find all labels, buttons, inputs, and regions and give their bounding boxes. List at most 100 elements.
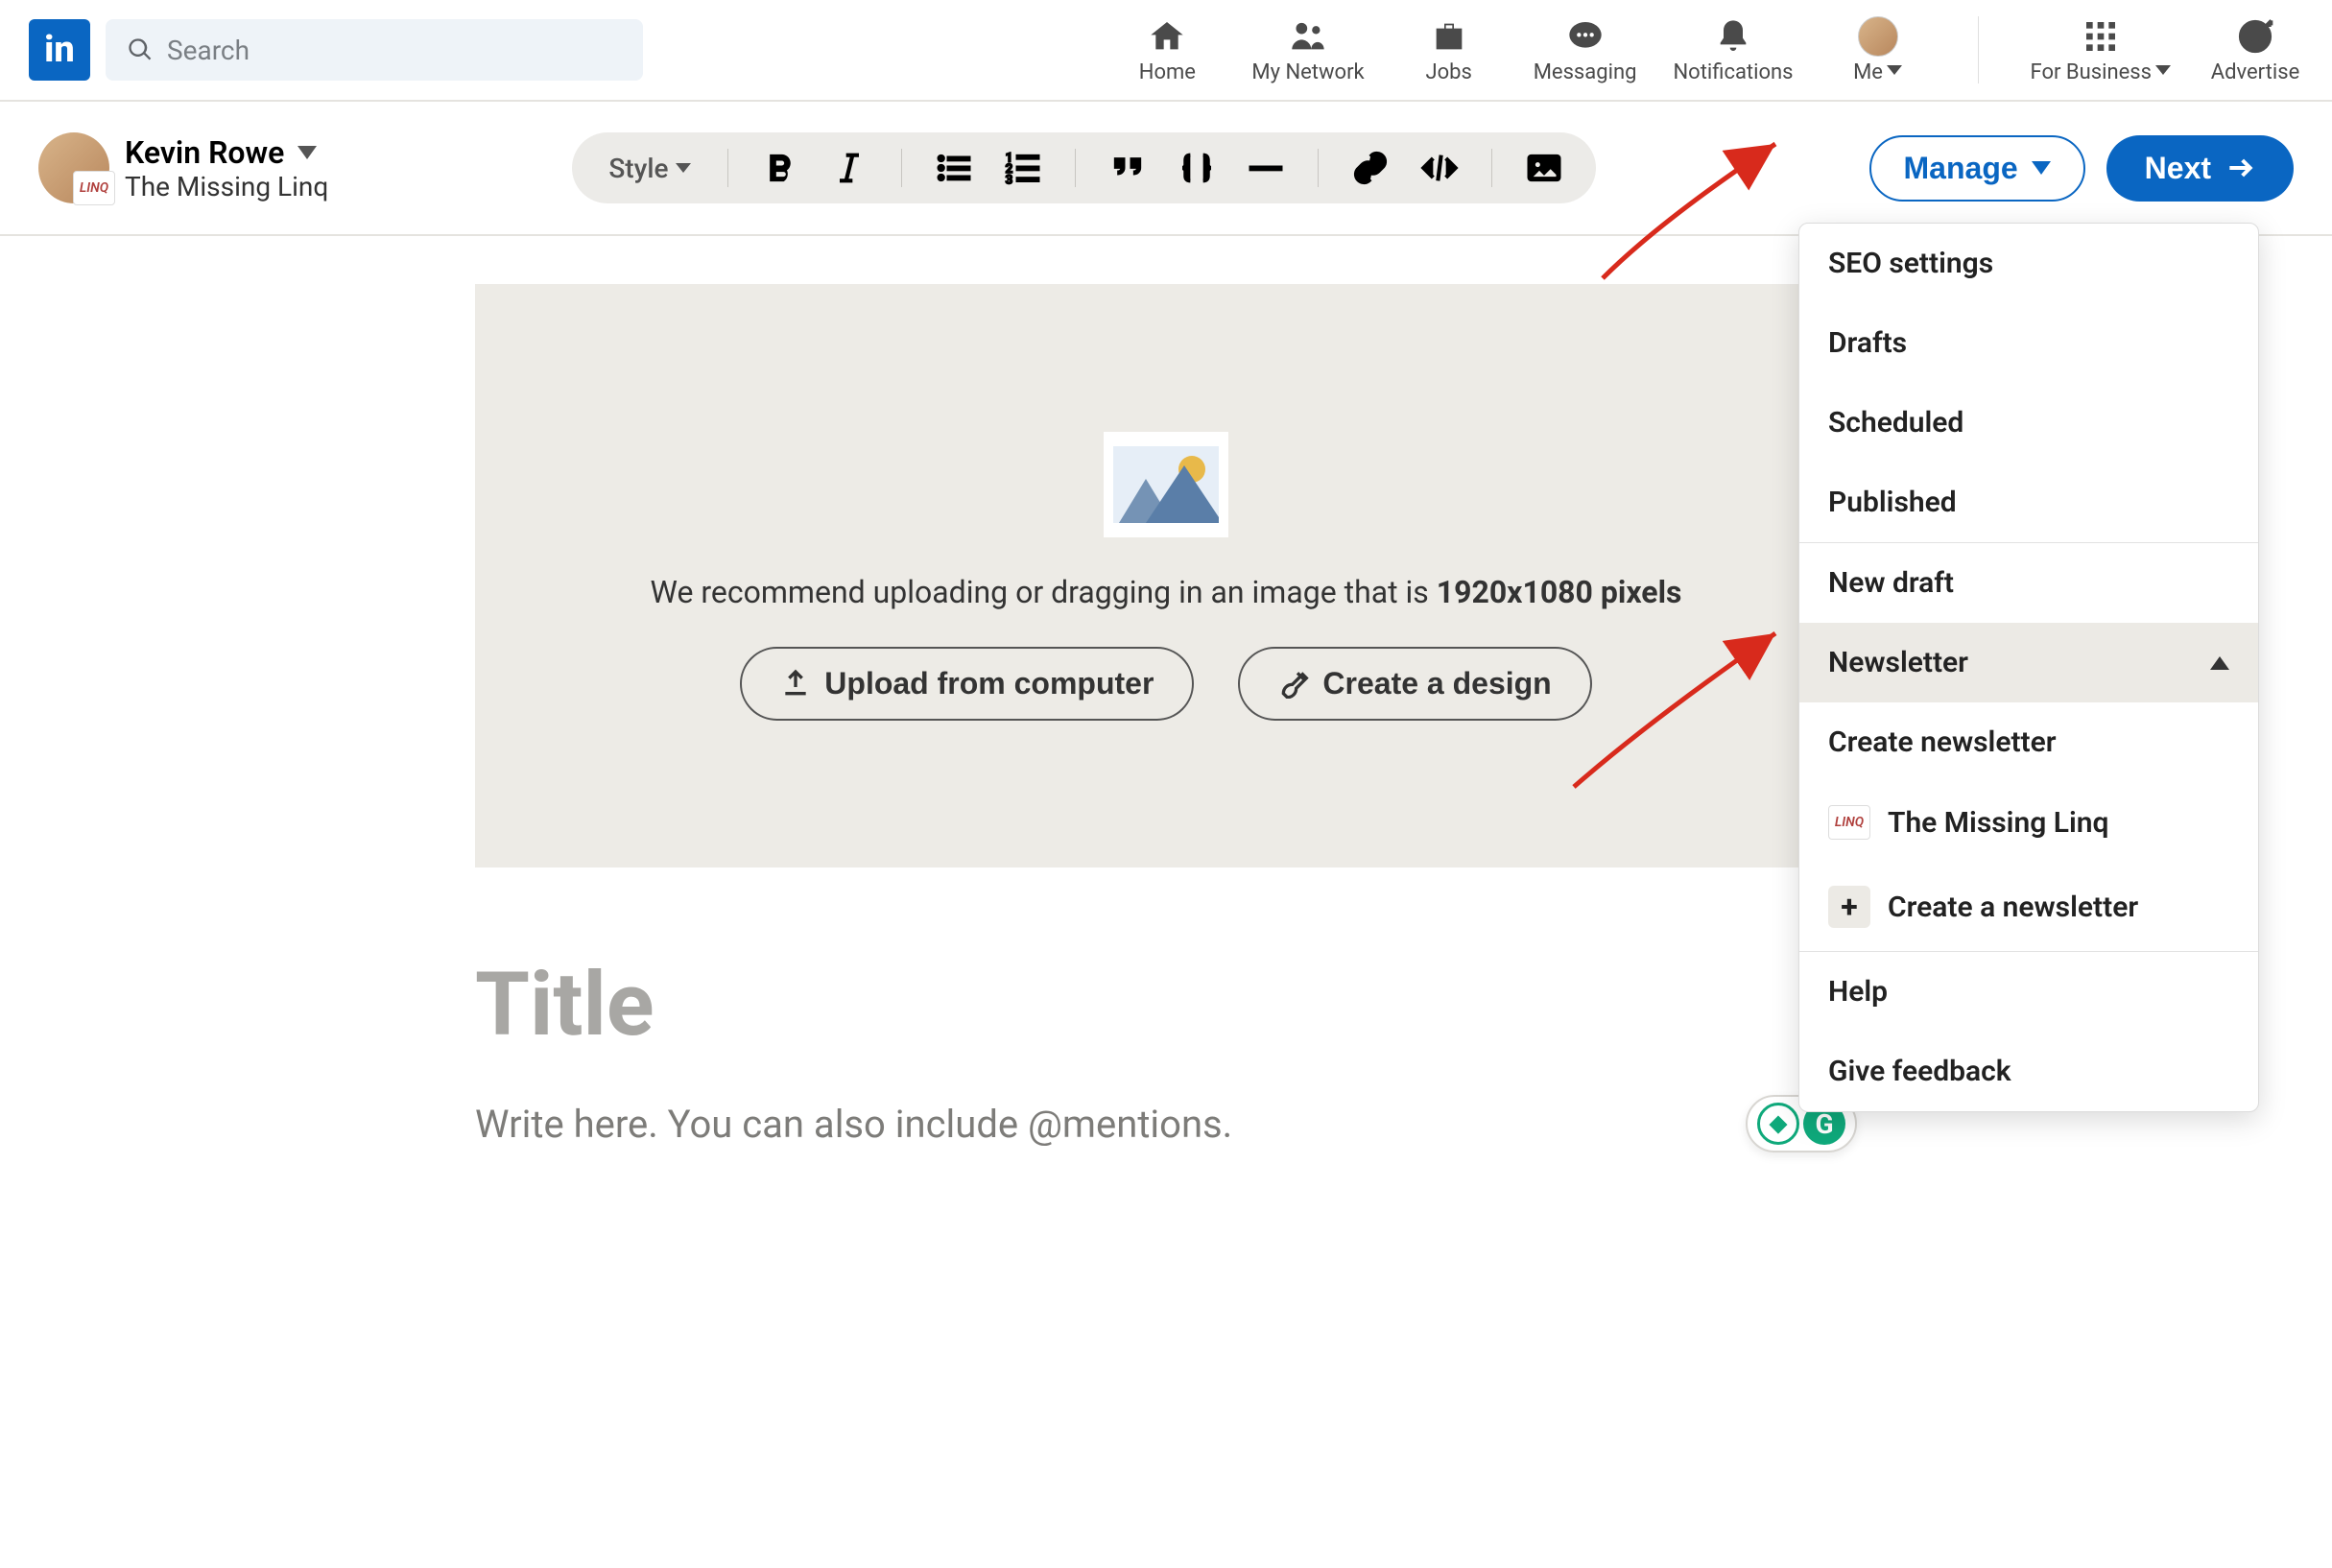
nav-messaging-label: Messaging	[1534, 60, 1637, 84]
code-block-button[interactable]	[1174, 145, 1220, 191]
chevron-up-icon	[2210, 656, 2229, 670]
upload-btn-label: Upload from computer	[824, 666, 1154, 701]
divider-button[interactable]	[1243, 145, 1289, 191]
nav-me-label: Me	[1853, 60, 1883, 84]
embed-icon	[1420, 149, 1459, 187]
svg-text:3: 3	[1006, 174, 1013, 187]
dd-feedback[interactable]: Give feedback	[1799, 1032, 2258, 1111]
style-label: Style	[608, 153, 668, 184]
bullet-list-button[interactable]	[931, 145, 977, 191]
dd-create-a-newsletter[interactable]: + Create a newsletter	[1799, 863, 2258, 951]
upload-icon	[780, 668, 811, 699]
link-icon	[1351, 149, 1390, 187]
nav-advertise[interactable]: Advertise	[2207, 16, 2303, 84]
image-icon	[1525, 149, 1563, 187]
dd-newsletter-item-label: The Missing Linq	[1888, 806, 2108, 840]
braces-icon	[1178, 149, 1216, 187]
bell-icon	[1713, 16, 1753, 57]
dd-new-draft[interactable]: New draft	[1799, 543, 2258, 623]
author-subtitle: The Missing Linq	[125, 171, 328, 202]
nav-jobs-label: Jobs	[1426, 60, 1472, 84]
embed-button[interactable]	[1416, 145, 1463, 191]
nav-jobs[interactable]: Jobs	[1401, 16, 1497, 84]
quote-icon	[1108, 149, 1147, 187]
nav-network-label: My Network	[1251, 60, 1364, 84]
italic-icon	[830, 149, 869, 187]
linkedin-logo[interactable]: in	[29, 19, 90, 81]
nav-notifications[interactable]: Notifications	[1673, 16, 1793, 84]
nav-notifications-label: Notifications	[1673, 60, 1793, 84]
editor-bar: LINQ Kevin Rowe The Missing Linq Style 1…	[0, 102, 2332, 236]
nav-business-label: For Business	[2031, 60, 2152, 84]
dd-newsletter-label: Newsletter	[1828, 646, 1968, 679]
newsletter-badge-icon: LINQ	[73, 171, 115, 205]
chevron-down-icon	[2032, 161, 2051, 175]
number-list-button[interactable]: 123	[1000, 145, 1046, 191]
chevron-down-icon	[2155, 65, 2171, 75]
message-icon	[1565, 16, 1606, 57]
arrow-right-icon	[2225, 153, 2255, 183]
create-design-button[interactable]: Create a design	[1238, 647, 1591, 721]
divider-icon	[1247, 149, 1285, 187]
cover-upload-area[interactable]: We recommend uploading or dragging in an…	[475, 284, 1857, 867]
design-icon	[1278, 668, 1309, 699]
search-placeholder: Search	[167, 35, 250, 66]
format-toolbar: Style 123	[572, 132, 1596, 203]
briefcase-icon	[1429, 16, 1469, 57]
nav-business[interactable]: For Business	[2031, 16, 2171, 84]
nav-items: Home My Network Jobs Messaging Notificat…	[1119, 16, 2303, 84]
newsletter-badge-icon: LINQ	[1828, 805, 1870, 840]
chevron-down-icon	[1887, 65, 1902, 75]
upload-recommend-text: We recommend uploading or dragging in an…	[651, 574, 1682, 610]
target-icon	[2235, 16, 2275, 57]
dd-newsletter-item[interactable]: LINQ The Missing Linq	[1799, 782, 2258, 863]
next-button[interactable]: Next	[2106, 135, 2294, 202]
nav-divider	[1978, 16, 1979, 83]
dd-published[interactable]: Published	[1799, 463, 2258, 542]
top-nav: in Search Home My Network Jobs Messaging…	[0, 0, 2332, 102]
home-icon	[1147, 16, 1187, 57]
upload-from-computer-button[interactable]: Upload from computer	[740, 647, 1194, 721]
chevron-down-icon	[676, 163, 691, 173]
nav-home-label: Home	[1139, 60, 1196, 84]
dd-help[interactable]: Help	[1799, 952, 2258, 1032]
dd-newsletter-toggle[interactable]: Newsletter	[1799, 623, 2258, 702]
people-icon	[1288, 16, 1328, 57]
nav-messaging[interactable]: Messaging	[1534, 16, 1637, 84]
dd-scheduled[interactable]: Scheduled	[1799, 383, 2258, 463]
dd-seo-settings[interactable]: SEO settings	[1799, 224, 2258, 303]
bold-button[interactable]	[757, 145, 803, 191]
number-list-icon: 123	[1004, 149, 1042, 187]
author-selector[interactable]: LINQ Kevin Rowe The Missing Linq	[38, 132, 328, 203]
dd-create-newsletter[interactable]: Create newsletter	[1799, 702, 2258, 782]
nav-advertise-label: Advertise	[2211, 60, 2300, 84]
author-name: Kevin Rowe	[125, 134, 284, 171]
link-button[interactable]	[1347, 145, 1393, 191]
chevron-down-icon	[297, 146, 317, 159]
nav-me[interactable]: Me	[1830, 16, 1926, 84]
bullet-list-icon	[935, 149, 973, 187]
quote-button[interactable]	[1105, 145, 1151, 191]
search-icon	[127, 36, 154, 63]
bold-icon	[761, 149, 799, 187]
image-placeholder-icon	[1104, 432, 1228, 537]
avatar-icon	[1858, 16, 1898, 57]
image-button[interactable]	[1521, 145, 1567, 191]
next-label: Next	[2145, 151, 2211, 186]
nav-home[interactable]: Home	[1119, 16, 1215, 84]
author-avatar: LINQ	[38, 132, 109, 203]
manage-label: Manage	[1904, 151, 2018, 186]
dd-create-a-newsletter-label: Create a newsletter	[1888, 891, 2138, 924]
title-input[interactable]: Title	[475, 954, 1857, 1057]
manage-button[interactable]: Manage	[1869, 135, 2085, 202]
plus-icon: +	[1828, 886, 1870, 928]
grammarly-suggestion-icon: ⬥	[1757, 1103, 1799, 1145]
italic-button[interactable]	[826, 145, 872, 191]
dd-drafts[interactable]: Drafts	[1799, 303, 2258, 383]
body-input[interactable]: Write here. You can also include @mentio…	[475, 1102, 1746, 1147]
search-input[interactable]: Search	[106, 19, 643, 81]
apps-icon	[2081, 16, 2121, 57]
design-btn-label: Create a design	[1322, 666, 1551, 701]
style-dropdown[interactable]: Style	[601, 153, 699, 184]
nav-network[interactable]: My Network	[1251, 16, 1364, 84]
